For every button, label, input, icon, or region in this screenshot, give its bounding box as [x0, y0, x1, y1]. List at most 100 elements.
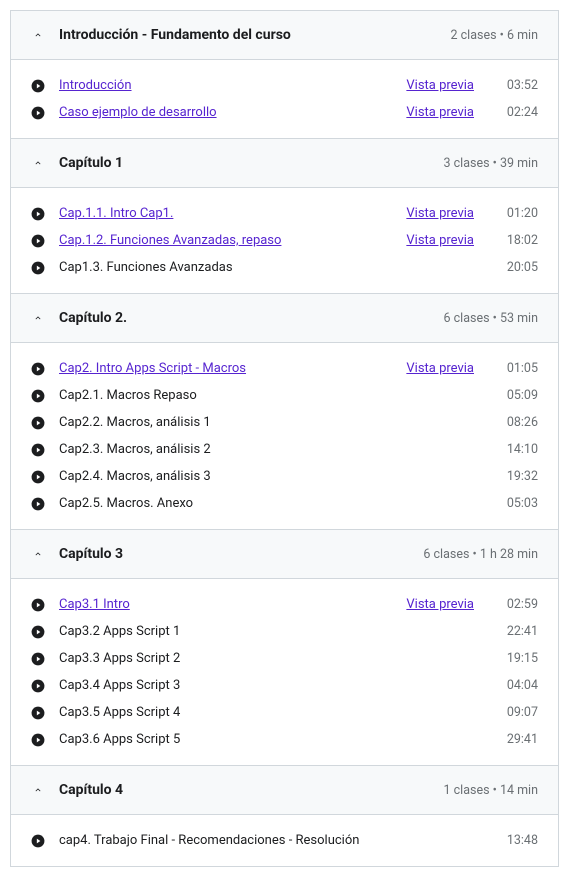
lecture-duration: 13:48: [496, 833, 538, 848]
play-icon: [31, 497, 45, 511]
lecture-duration: 09:07: [496, 705, 538, 720]
play-icon: [31, 470, 45, 484]
chevron-up-icon: [31, 547, 45, 561]
lecture-row: Cap1.3. Funciones Avanzadas20:05: [11, 254, 558, 281]
course-sections: Introducción - Fundamento del curso2 cla…: [10, 10, 559, 867]
preview-link[interactable]: Vista previa: [406, 206, 474, 221]
lecture-duration: 02:59: [496, 597, 538, 612]
lecture-list: Cap3.1 IntroVista previa 02:59Cap3.2 Apps…: [11, 579, 558, 765]
lecture-row: Cap2.1. Macros Repaso05:09: [11, 382, 558, 409]
lecture-title-link[interactable]: Cap.1.1. Intro Cap1.: [59, 206, 406, 221]
lecture-duration: 18:02: [496, 233, 538, 248]
preview-link[interactable]: Vista previa: [406, 105, 474, 120]
lecture-row: Cap3.6 Apps Script 529:41: [11, 726, 558, 753]
lecture-row: Cap2.3. Macros, análisis 214:10: [11, 436, 558, 463]
lecture-list: Cap2. Intro Apps Script - MacrosVista pr…: [11, 343, 558, 529]
lecture-title: Cap2.5. Macros. Anexo: [59, 496, 496, 511]
lecture-duration: 22:41: [496, 624, 538, 639]
lecture-duration: 05:09: [496, 388, 538, 403]
play-icon: [31, 598, 45, 612]
lecture-title: Cap1.3. Funciones Avanzadas: [59, 260, 496, 275]
play-icon: [31, 443, 45, 457]
section-meta: 3 clases • 39 min: [443, 156, 538, 171]
lecture-duration: 03:52: [496, 78, 538, 93]
lecture-row: Cap.1.1. Intro Cap1.Vista previa 01:20: [11, 200, 558, 227]
lecture-title: Cap3.2 Apps Script 1: [59, 624, 496, 639]
section-title: Capítulo 1: [59, 155, 443, 171]
lecture-row: Cap3.4 Apps Script 304:04: [11, 672, 558, 699]
section-meta: 6 clases • 1 h 28 min: [423, 547, 538, 562]
preview-link[interactable]: Vista previa: [406, 233, 474, 248]
section-title: Capítulo 3: [59, 546, 423, 562]
lecture-title-link[interactable]: Introducción: [59, 78, 406, 93]
lecture-duration: 08:26: [496, 415, 538, 430]
section-meta: 6 clases • 53 min: [443, 311, 538, 326]
play-icon: [31, 362, 45, 376]
lecture-list: IntroducciónVista previa 03:52 Caso ejempl…: [11, 60, 558, 138]
play-icon: [31, 733, 45, 747]
preview-link[interactable]: Vista previa: [406, 597, 474, 612]
lecture-title-link[interactable]: Cap.1.2. Funciones Avanzadas, repaso: [59, 233, 406, 248]
lecture-title: Cap2.2. Macros, análisis 1: [59, 415, 496, 430]
lecture-title: Cap2.3. Macros, análisis 2: [59, 442, 496, 457]
lecture-duration: 19:15: [496, 651, 538, 666]
play-icon: [31, 389, 45, 403]
chevron-up-icon: [31, 311, 45, 325]
lecture-title: Cap2.4. Macros, análisis 3: [59, 469, 496, 484]
lecture-row: Cap3.1 IntroVista previa 02:59: [11, 591, 558, 618]
section-meta: 2 clases • 6 min: [451, 28, 539, 43]
section-title: Capítulo 2.: [59, 310, 443, 326]
lecture-duration: 01:20: [496, 206, 538, 221]
play-icon: [31, 106, 45, 120]
section-title: Introducción - Fundamento del curso: [59, 27, 451, 43]
section-meta: 1 clases • 14 min: [443, 783, 538, 798]
chevron-up-icon: [31, 156, 45, 170]
play-icon: [31, 834, 45, 848]
lecture-duration: 19:32: [496, 469, 538, 484]
play-icon: [31, 679, 45, 693]
lecture-row: Cap3.5 Apps Script 409:07: [11, 699, 558, 726]
play-icon: [31, 652, 45, 666]
section-header[interactable]: Capítulo 41 clases • 14 min: [11, 765, 558, 815]
play-icon: [31, 625, 45, 639]
play-icon: [31, 261, 45, 275]
lecture-list: cap4. Trabajo Final - Recomendaciones - …: [11, 815, 558, 866]
lecture-row: Caso ejemplo de desarrolloVista previa 02…: [11, 99, 558, 126]
lecture-duration: 02:24: [496, 105, 538, 120]
section-title: Capítulo 4: [59, 782, 443, 798]
lecture-title: Cap3.3 Apps Script 2: [59, 651, 496, 666]
lecture-title-link[interactable]: Cap3.1 Intro: [59, 597, 406, 612]
lecture-duration: 04:04: [496, 678, 538, 693]
lecture-duration: 05:03: [496, 496, 538, 511]
play-icon: [31, 706, 45, 720]
lecture-row: Cap.1.2. Funciones Avanzadas, repasoVist…: [11, 227, 558, 254]
lecture-row: Cap2. Intro Apps Script - MacrosVista pr…: [11, 355, 558, 382]
lecture-title: Cap3.4 Apps Script 3: [59, 678, 496, 693]
lecture-row: Cap2.4. Macros, análisis 319:32: [11, 463, 558, 490]
preview-link[interactable]: Vista previa: [406, 361, 474, 376]
lecture-title: Cap2.1. Macros Repaso: [59, 388, 496, 403]
lecture-row: cap4. Trabajo Final - Recomendaciones - …: [11, 827, 558, 854]
lecture-duration: 20:05: [496, 260, 538, 275]
play-icon: [31, 416, 45, 430]
lecture-title-link[interactable]: Caso ejemplo de desarrollo: [59, 105, 406, 120]
section-header[interactable]: Capítulo 2.6 clases • 53 min: [11, 293, 558, 343]
section-header[interactable]: Capítulo 36 clases • 1 h 28 min: [11, 529, 558, 579]
lecture-title-link[interactable]: Cap2. Intro Apps Script - Macros: [59, 361, 406, 376]
lecture-list: Cap.1.1. Intro Cap1.Vista previa01:20Cap…: [11, 188, 558, 293]
preview-link[interactable]: Vista previa: [406, 78, 474, 93]
lecture-title: cap4. Trabajo Final - Recomendaciones - …: [59, 833, 496, 848]
chevron-up-icon: [31, 783, 45, 797]
lecture-duration: 14:10: [496, 442, 538, 457]
lecture-title: Cap3.5 Apps Script 4: [59, 705, 496, 720]
play-icon: [31, 234, 45, 248]
section-header[interactable]: Introducción - Fundamento del curso2 cla…: [11, 11, 558, 60]
lecture-title: Cap3.6 Apps Script 5: [59, 732, 496, 747]
lecture-row: Cap2.5. Macros. Anexo05:03: [11, 490, 558, 517]
lecture-row: IntroducciónVista previa 03:52: [11, 72, 558, 99]
lecture-duration: 01:05: [496, 361, 538, 376]
section-header[interactable]: Capítulo 13 clases • 39 min: [11, 138, 558, 188]
play-icon: [31, 207, 45, 221]
play-icon: [31, 79, 45, 93]
lecture-row: Cap2.2. Macros, análisis 108:26: [11, 409, 558, 436]
